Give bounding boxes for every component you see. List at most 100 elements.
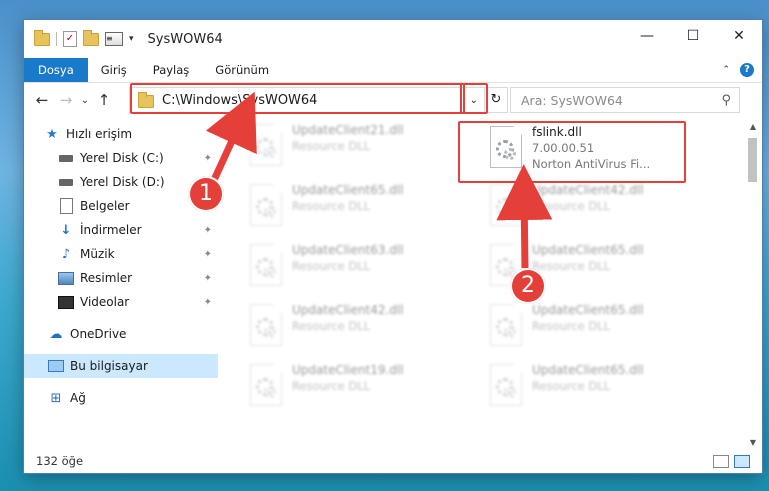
sidebar-item-label: Bu bilgisayar <box>70 359 148 373</box>
drive-icon <box>58 175 74 189</box>
dll-file-icon <box>246 364 284 410</box>
download-icon: ↓ <box>60 222 72 238</box>
pin-icon[interactable]: ✦ <box>204 273 212 284</box>
ribbon-tabs: Dosya Giriş Paylaş Görünüm ⌃ ? <box>24 58 762 83</box>
tab-share[interactable]: Paylaş <box>140 58 203 82</box>
music-icon: ♪ <box>61 246 71 262</box>
file-type: Resource DLL <box>532 379 611 393</box>
tab-file[interactable]: Dosya <box>24 58 88 82</box>
file-name: UpdateClient21.dll <box>292 123 404 137</box>
sidebar-item-label: Müzik <box>80 247 115 261</box>
sidebar-item-onedrive[interactable]: ☁ OneDrive <box>24 322 218 346</box>
dll-file-icon <box>246 304 284 350</box>
list-item[interactable]: UpdateClient65.dll Resource DLL <box>482 300 712 356</box>
list-item[interactable]: UpdateClient65.dll Resource DLL <box>242 180 472 236</box>
properties-icon[interactable]: ≡ <box>105 32 123 46</box>
sidebar-item-label: Yerel Disk (D:) <box>80 175 165 189</box>
file-type: Resource DLL <box>532 199 611 213</box>
file-name: UpdateClient63.dll <box>292 243 404 257</box>
scroll-down-icon[interactable]: ▼ <box>746 436 760 450</box>
step-badge-2: 2 <box>510 268 546 304</box>
search-icon[interactable]: ⚲ <box>721 93 731 108</box>
file-type: Resource DLL <box>292 259 371 273</box>
file-type: Resource DLL <box>532 319 611 333</box>
large-icons-view-icon[interactable] <box>734 454 750 468</box>
file-name: UpdateClient65.dll <box>532 303 644 317</box>
sidebar-item-videos[interactable]: Videolar ✦ <box>24 290 218 314</box>
dll-file-icon <box>486 184 524 230</box>
dll-file-icon <box>486 304 524 350</box>
minimize-button[interactable]: — <box>624 20 670 52</box>
sidebar-item-this-pc[interactable]: Bu bilgisayar <box>24 354 218 378</box>
sidebar-item-downloads[interactable]: ↓ İndirmeler ✦ <box>24 218 218 242</box>
sidebar-item-pictures[interactable]: Resimler ✦ <box>24 266 218 290</box>
navigation-pane: ★ Hızlı erişim Yerel Disk (C:) ✦ Yerel D… <box>24 120 218 450</box>
file-type: Resource DLL <box>292 379 371 393</box>
vertical-scrollbar[interactable]: ▲ ▼ <box>746 120 760 450</box>
recent-locations-button[interactable]: ⌄ <box>78 95 92 106</box>
sidebar-item-label: Videolar <box>80 295 130 309</box>
maximize-button[interactable]: ☐ <box>670 20 716 52</box>
search-input[interactable]: Ara: SysWOW64 <box>521 93 623 108</box>
back-button[interactable]: ← <box>30 91 54 109</box>
list-item[interactable]: UpdateClient65.dll Resource DLL <box>482 360 712 416</box>
title-bar: ✓ ≡ ▾ SysWOW64 — ☐ ✕ <box>24 20 762 58</box>
file-highlight-box <box>458 121 686 183</box>
close-button[interactable]: ✕ <box>716 20 762 52</box>
file-type: Resource DLL <box>292 199 371 213</box>
file-type: Resource DLL <box>292 319 371 333</box>
step-badge-1: 1 <box>188 176 224 212</box>
file-type: Resource DLL <box>532 259 611 273</box>
dll-file-icon <box>246 124 284 170</box>
pin-icon[interactable]: ✦ <box>204 225 212 236</box>
properties-check-icon[interactable]: ✓ <box>63 31 77 47</box>
sidebar-item-quick-access[interactable]: ★ Hızlı erişim <box>24 122 218 146</box>
file-name: UpdateClient65.dll <box>532 363 644 377</box>
file-name: UpdateClient19.dll <box>292 363 404 377</box>
new-folder-icon[interactable] <box>83 29 99 46</box>
list-item[interactable]: UpdateClient21.dll Resource DLL <box>242 120 472 176</box>
file-type: Resource DLL <box>292 139 371 153</box>
file-name: UpdateClient42.dll <box>292 303 404 317</box>
videos-icon <box>58 295 74 309</box>
star-icon: ★ <box>46 126 58 142</box>
drive-icon <box>58 151 74 165</box>
list-item[interactable]: UpdateClient19.dll Resource DLL <box>242 360 472 416</box>
sidebar-item-label: Hızlı erişim <box>66 127 133 141</box>
list-item[interactable]: UpdateClient42.dll Resource DLL <box>482 180 712 236</box>
sidebar-item-music[interactable]: ♪ Müzik ✦ <box>24 242 218 266</box>
refresh-highlight-box <box>460 83 488 114</box>
scroll-thumb[interactable] <box>748 138 757 182</box>
list-item[interactable]: UpdateClient42.dll Resource DLL <box>242 300 472 356</box>
tab-home[interactable]: Giriş <box>88 58 140 82</box>
help-icon[interactable]: ? <box>740 63 754 77</box>
list-item[interactable]: UpdateClient63.dll Resource DLL <box>242 240 472 296</box>
search-box[interactable]: Ara: SysWOW64 ⚲ <box>510 87 740 113</box>
scroll-up-icon[interactable]: ▲ <box>746 120 760 134</box>
details-view-icon[interactable] <box>713 454 729 468</box>
sidebar-item-label: Resimler <box>80 271 133 285</box>
dll-file-icon <box>486 364 524 410</box>
pin-icon[interactable]: ✦ <box>204 153 212 164</box>
pictures-icon <box>58 271 74 285</box>
window-controls: — ☐ ✕ <box>624 20 762 52</box>
pin-icon[interactable]: ✦ <box>204 249 212 260</box>
file-name: UpdateClient42.dll <box>532 183 644 197</box>
customize-toolbar-chevron-icon[interactable]: ▾ <box>129 34 134 44</box>
up-button[interactable]: ↑ <box>92 91 116 109</box>
item-count: 132 öğe <box>36 454 84 468</box>
network-icon: ⊞ <box>50 390 62 406</box>
folder-icon <box>34 29 50 46</box>
tab-view[interactable]: Görünüm <box>202 58 282 82</box>
status-bar: 132 öğe <box>24 449 762 473</box>
sidebar-item-network[interactable]: ⊞ Ağ <box>24 386 218 410</box>
dll-file-icon <box>246 184 284 230</box>
address-highlight-box <box>130 83 465 114</box>
sidebar-item-local-disk-c[interactable]: Yerel Disk (C:) ✦ <box>24 146 218 170</box>
sidebar-item-label: Yerel Disk (C:) <box>80 151 164 165</box>
documents-icon <box>58 198 74 214</box>
sidebar-item-label: İndirmeler <box>80 223 142 237</box>
expand-ribbon-icon[interactable]: ⌃ <box>722 65 730 75</box>
forward-button[interactable]: → <box>54 91 78 109</box>
pin-icon[interactable]: ✦ <box>204 297 212 308</box>
